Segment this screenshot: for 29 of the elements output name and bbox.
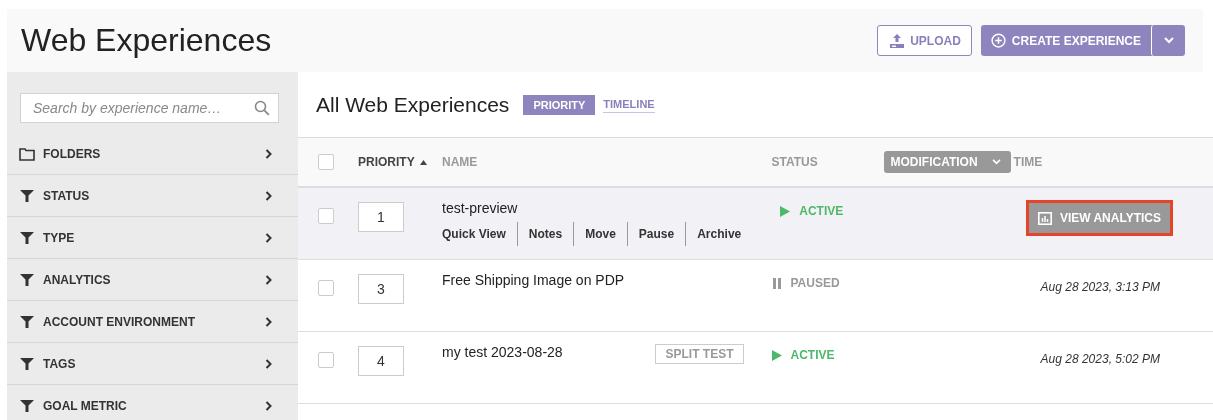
table-row[interactable]: 3 Free Shipping Image on PDP PAUSED Aug 28 2023, 3:13 PM <box>298 260 1213 332</box>
status-label: PAUSED <box>771 260 884 290</box>
search-field[interactable]: Search by experience name… <box>20 93 279 123</box>
upload-button[interactable]: UPLOAD <box>877 25 972 56</box>
row-action-link[interactable]: Archive <box>685 222 753 246</box>
column-header: TIME <box>1013 155 1043 169</box>
row-action-link[interactable]: Quick View <box>442 222 517 246</box>
priority-field[interactable]: 4 <box>358 346 404 376</box>
row-action-link[interactable]: Pause <box>626 222 686 246</box>
modification-time: Aug 28 2023, 3:13 PM <box>1039 279 1161 294</box>
status-label: ACTIVE <box>771 332 884 362</box>
modification-time: Aug 28 2023, 5:02 PM <box>1039 351 1161 366</box>
priority-field[interactable]: 3 <box>358 274 404 304</box>
view-tab[interactable]: TIMELINE <box>603 96 655 113</box>
type-tag: SPLIT TEST <box>655 344 744 364</box>
page-title: Web Experiences <box>21 22 273 59</box>
table-row[interactable]: 1 test-preview Quick View Notes Move Pause Archive ACTIVE VIEW ANALYTICS <box>298 188 1213 260</box>
experience-name[interactable]: test-preview <box>442 200 518 216</box>
row-action-link[interactable]: Notes <box>516 222 574 246</box>
sidebar-item[interactable]: FOLDERS <box>7 133 298 175</box>
table-row[interactable]: 4 my test 2023-08-28 SPLIT TEST ACTIVE Aug 28 2023, 5:02 PM <box>298 332 1213 404</box>
status-label: ACTIVE <box>780 188 893 218</box>
section-title: All Web Experiences <box>316 92 510 117</box>
priority-field[interactable]: 1 <box>358 202 404 232</box>
sidebar-item[interactable]: ACCOUNT ENVIRONMENT <box>7 301 298 343</box>
experience-name[interactable]: my test 2023-08-28 <box>442 344 563 360</box>
column-header[interactable]: PRIORITY <box>358 155 442 169</box>
row-action-link[interactable]: Move <box>573 222 627 246</box>
experience-name[interactable]: Free Shipping Image on PDP <box>442 272 625 288</box>
